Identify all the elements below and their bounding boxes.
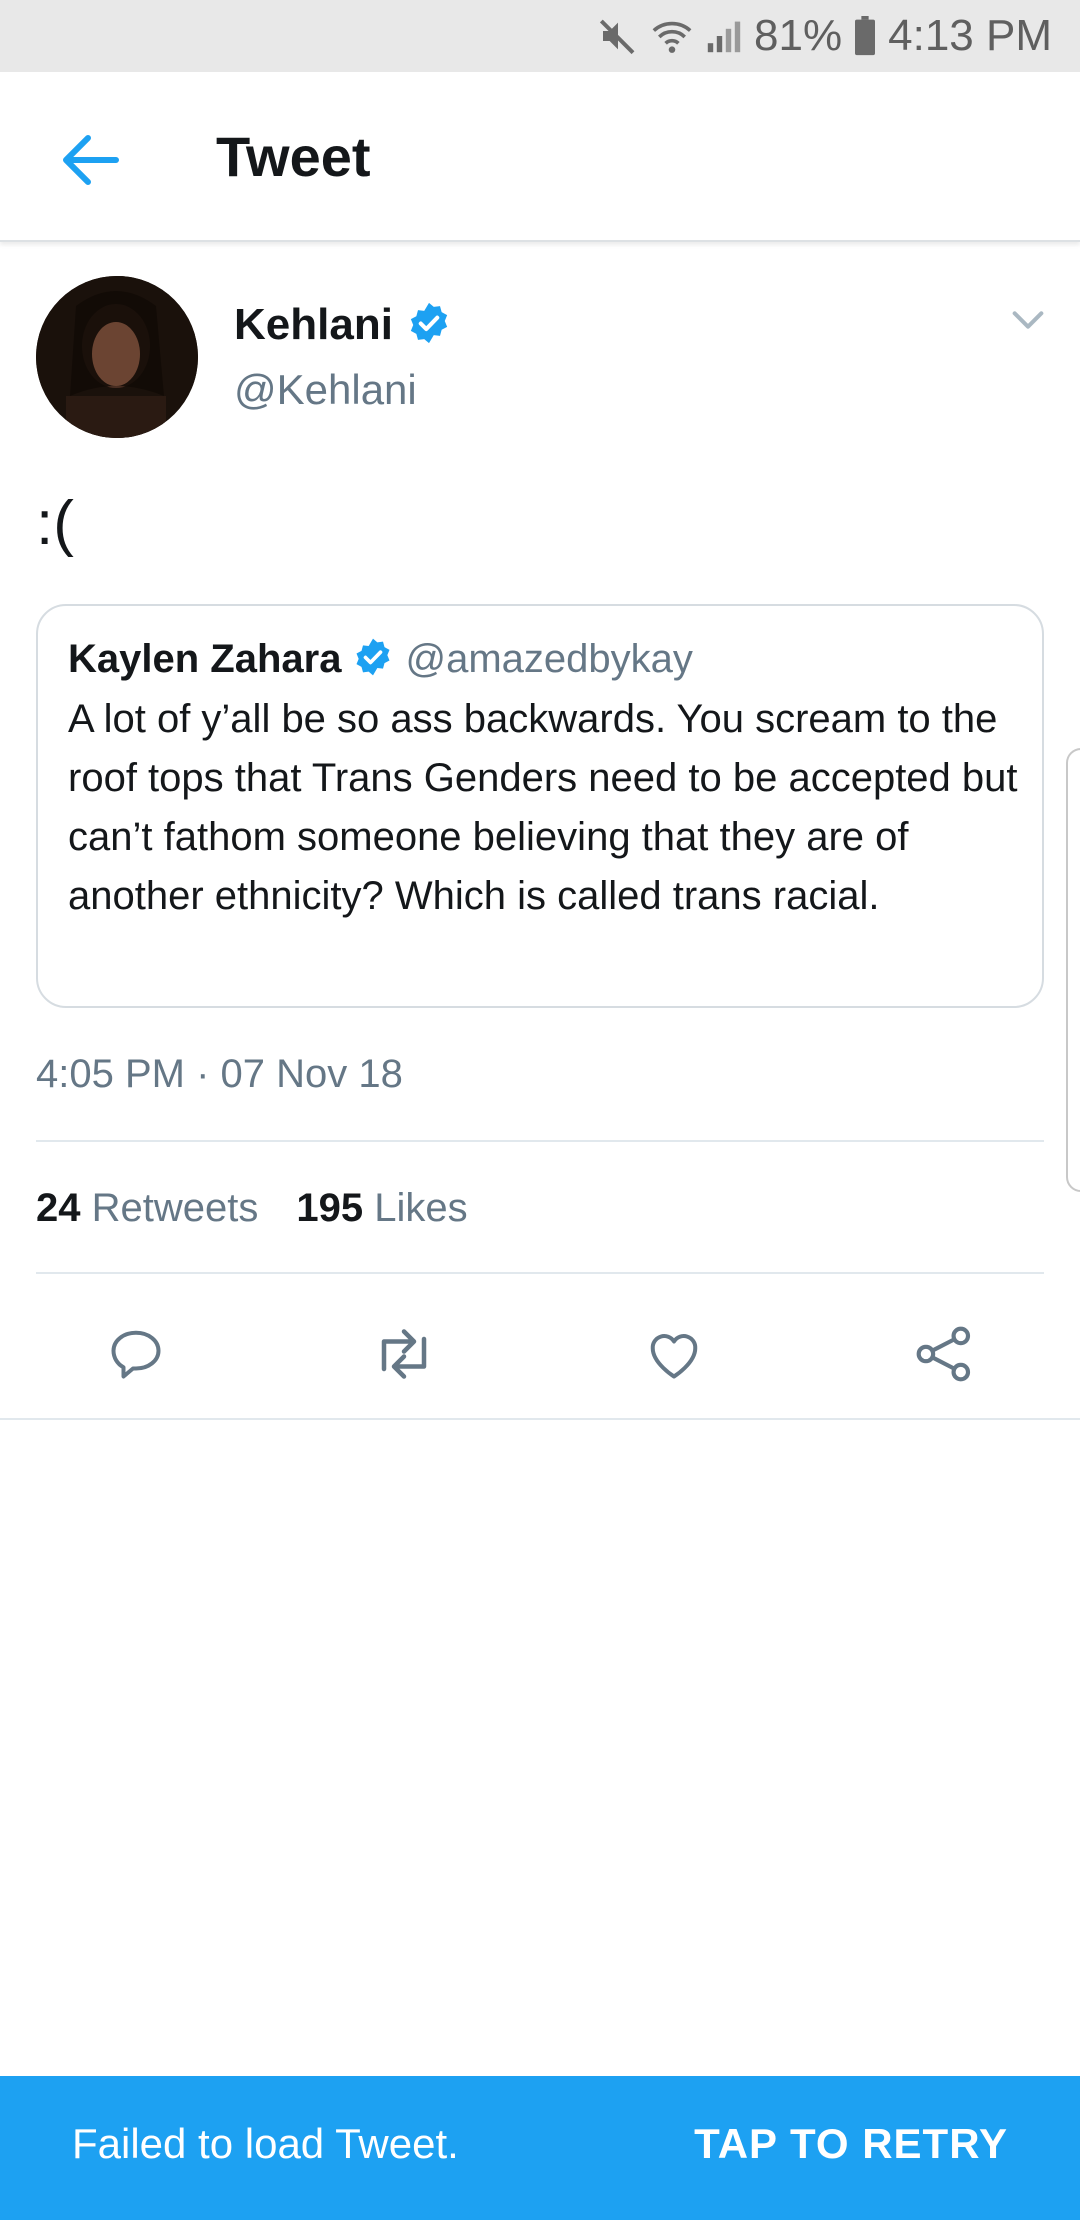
tweet-action-bar — [0, 1300, 1080, 1392]
app-header: Tweet — [0, 72, 1080, 242]
divider — [0, 1418, 1080, 1420]
author-handle[interactable]: @Kehlani — [234, 366, 417, 414]
quoted-tweet-card[interactable]: Kaylen Zahara @amazedbykay A lot of y’al… — [36, 604, 1044, 1008]
scroll-handle[interactable] — [1066, 748, 1080, 1192]
divider — [36, 1140, 1044, 1142]
error-snackbar: Failed to load Tweet. TAP TO RETRY — [0, 2076, 1080, 2220]
status-time: 4:13 PM — [888, 11, 1052, 60]
author-name[interactable]: Kehlani — [234, 300, 393, 350]
likes-count[interactable]: 195 Likes — [296, 1186, 467, 1231]
divider — [36, 1272, 1044, 1274]
mute-icon — [598, 16, 638, 56]
quoted-author-handle: @amazedbykay — [405, 636, 693, 681]
quoted-tweet-header: Kaylen Zahara @amazedbykay — [68, 630, 1012, 688]
signal-icon — [706, 18, 742, 54]
tweet-text: :( — [36, 489, 74, 558]
share-button[interactable] — [908, 1320, 980, 1392]
quoted-tweet-text: A lot of y’all be so ass backwards. You … — [68, 697, 1018, 918]
retweets-number: 24 — [36, 1186, 81, 1230]
likes-label: Likes — [374, 1186, 468, 1230]
author-name-row: Kehlani — [234, 300, 451, 350]
tweet-options-button[interactable] — [1008, 300, 1048, 340]
battery-icon — [854, 16, 876, 56]
like-icon — [643, 1324, 705, 1389]
tweet-stats: 24 Retweets 195 Likes — [36, 1186, 468, 1231]
avatar[interactable] — [36, 276, 198, 438]
status-bar: 81% 4:13 PM — [0, 0, 1080, 72]
share-icon — [913, 1323, 975, 1390]
retweet-button[interactable] — [368, 1320, 440, 1392]
page-title: Tweet — [216, 125, 371, 188]
retweets-count[interactable]: 24 Retweets — [36, 1186, 258, 1231]
tweet-timestamp: 4:05 PM · 07 Nov 18 — [36, 1052, 403, 1096]
verified-badge-icon — [407, 301, 451, 350]
back-button[interactable] — [50, 122, 130, 202]
wifi-icon — [650, 16, 694, 56]
snackbar-message: Failed to load Tweet. — [72, 2120, 459, 2167]
back-arrow-icon — [60, 132, 120, 193]
reply-button[interactable] — [100, 1320, 172, 1392]
verified-badge-icon — [353, 637, 393, 682]
chevron-down-icon — [1008, 311, 1048, 344]
quoted-author-name: Kaylen Zahara — [68, 636, 342, 681]
battery-percent: 81% — [754, 11, 843, 60]
retry-button[interactable]: TAP TO RETRY — [694, 2120, 1008, 2168]
likes-number: 195 — [296, 1186, 364, 1230]
retweet-icon — [371, 1324, 437, 1389]
status-icons: 81% 4:13 PM — [598, 0, 1052, 72]
reply-icon — [106, 1324, 166, 1389]
like-button[interactable] — [638, 1320, 710, 1392]
retweets-label: Retweets — [91, 1186, 259, 1230]
